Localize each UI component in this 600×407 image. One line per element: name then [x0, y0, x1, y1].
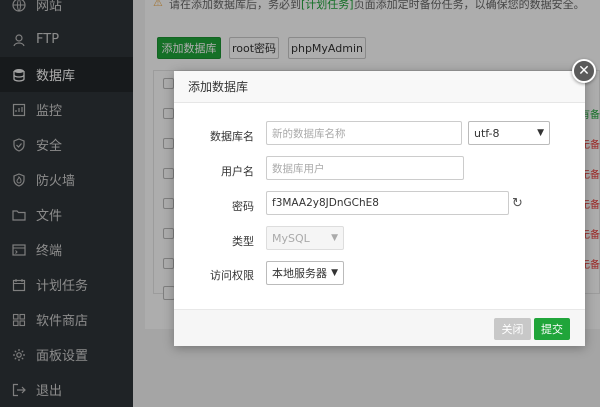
access-select[interactable]: 本地服务器 ▼ — [266, 261, 344, 285]
username-input[interactable]: 数据库用户 — [266, 156, 464, 180]
access-value: 本地服务器 — [272, 267, 327, 280]
db-name-label: 数据库名 — [210, 130, 254, 143]
chevron-down-icon: ▼ — [331, 233, 338, 243]
close-button[interactable]: 关闭 — [494, 318, 531, 340]
close-icon[interactable]: ✕ — [572, 59, 596, 83]
chevron-down-icon: ▼ — [331, 268, 338, 278]
access-label: 访问权限 — [210, 269, 254, 282]
type-label: 类型 — [232, 235, 254, 248]
password-label: 密码 — [232, 200, 254, 213]
username-label: 用户名 — [221, 165, 254, 178]
dialog-footer: 关闭 提交 — [174, 309, 585, 346]
dialog-title: 添加数据库 — [188, 80, 249, 94]
submit-button[interactable]: 提交 — [534, 318, 570, 340]
type-value: MySQL — [272, 231, 310, 245]
db-name-input[interactable]: 新的数据库名称 — [266, 121, 462, 145]
charset-value: utf-8 — [474, 126, 500, 140]
add-database-dialog: 添加数据库 数据库名 新的数据库名称 utf-8 ▼ 用户名 数据库用户 密码 … — [174, 71, 585, 346]
type-select: MySQL ▼ — [266, 226, 344, 250]
charset-select[interactable]: utf-8 ▼ — [468, 121, 550, 145]
password-input[interactable]: f3MAA2y8JDnGChE8 — [266, 191, 509, 215]
chevron-down-icon: ▼ — [537, 128, 544, 138]
refresh-icon[interactable]: ↻ — [512, 196, 523, 211]
dialog-header: 添加数据库 — [174, 71, 585, 103]
